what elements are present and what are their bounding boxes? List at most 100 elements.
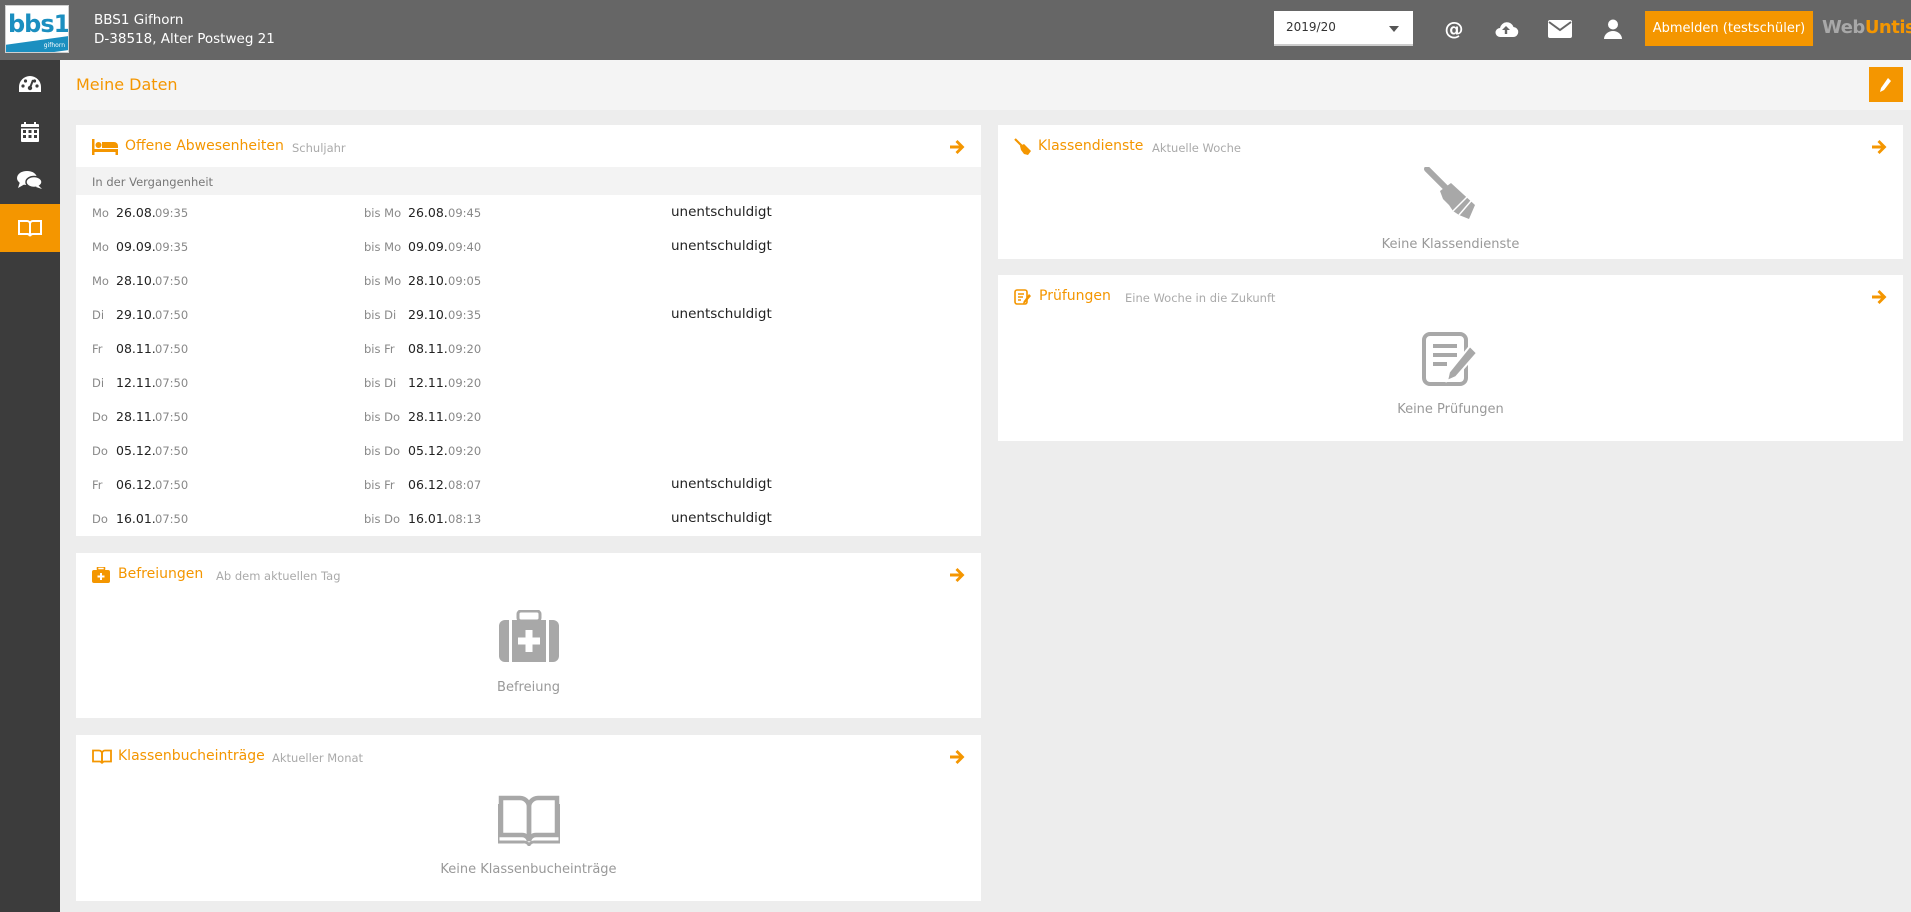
absence-bis: bis Do xyxy=(364,512,401,526)
absence-row[interactable]: Mo 28.10. 07:50 bis Mo 28.10. 09:05 xyxy=(76,263,981,297)
logo-subtext: gifhorn xyxy=(43,42,65,49)
sidebar-item-messages[interactable] xyxy=(0,156,60,204)
absence-bis: bis Di xyxy=(364,376,397,390)
arrow-right-icon[interactable] xyxy=(949,139,965,155)
absence-time2: 09:05 xyxy=(448,274,482,288)
exams-subtitle: Eine Woche in die Zukunft xyxy=(1125,291,1276,305)
edit-button[interactable] xyxy=(1869,67,1903,102)
arrow-right-icon[interactable] xyxy=(1871,289,1887,305)
absence-date2: 05.12. xyxy=(408,443,448,458)
exam-edit-icon xyxy=(1014,288,1040,306)
arrow-right-icon[interactable] xyxy=(949,567,965,583)
absence-date: 05.12. xyxy=(116,443,156,458)
absence-time2: 09:35 xyxy=(448,308,482,322)
classbook-subtitle: Aktueller Monat xyxy=(272,751,364,765)
classbook-title[interactable]: Klassenbucheinträge xyxy=(118,748,265,764)
at-icon[interactable]: @ xyxy=(1442,17,1466,41)
school-logo[interactable]: bbs1 gifhorn xyxy=(5,5,69,53)
sidebar-item-my-data[interactable] xyxy=(0,204,60,252)
absence-row[interactable]: Di 29.10. 07:50 bis Di 29.10. 09:35 unentschul… xyxy=(76,297,981,331)
absence-date2: 06.12. xyxy=(408,477,448,492)
absence-date: 16.01. xyxy=(116,511,156,526)
medkit-large-icon xyxy=(498,609,559,666)
section-label: In der Vergangenheit xyxy=(92,175,214,189)
absences-subtitle: Schuljahr xyxy=(292,141,346,155)
medkit-icon xyxy=(92,566,118,584)
exemptions-empty-label: Befreiung xyxy=(497,680,560,695)
absence-date2: 29.10. xyxy=(408,307,448,322)
school-year-select[interactable]: 2019/20 xyxy=(1274,11,1413,46)
absences-title[interactable]: Offene Abwesenheiten xyxy=(125,138,284,154)
absence-status: unentschuldigt xyxy=(671,238,772,254)
exams-title[interactable]: Prüfungen xyxy=(1039,288,1111,304)
absence-time2: 08:07 xyxy=(448,478,482,492)
book-open-large-icon xyxy=(496,792,561,850)
absence-row[interactable]: Do 28.11. 07:50 bis Do 28.11. 09:20 xyxy=(76,399,981,433)
absences-widget: Offene Abwesenheiten Schuljahr In der Ve… xyxy=(76,125,981,536)
logo-text: bbs1 xyxy=(8,10,69,38)
absence-date: 28.10. xyxy=(116,273,156,288)
absence-date: 12.11. xyxy=(116,375,156,390)
absence-time: 07:50 xyxy=(155,478,189,492)
absence-time2: 09:20 xyxy=(448,376,482,390)
classduties-title[interactable]: Klassendienste xyxy=(1038,138,1143,154)
absence-bis: bis Mo xyxy=(364,274,402,288)
sidebar-item-dashboard[interactable] xyxy=(0,60,60,108)
classduties-subtitle: Aktuelle Woche xyxy=(1152,141,1241,155)
brand-web: Web xyxy=(1822,17,1865,38)
exemptions-widget: Befreiungen Ab dem aktuellen Tag Befreiu… xyxy=(76,553,981,718)
absence-date: 29.10. xyxy=(116,307,156,322)
absence-row[interactable]: Do 05.12. 07:50 bis Do 05.12. 09:20 xyxy=(76,433,981,467)
logout-button[interactable]: Abmelden (testschüler) xyxy=(1645,11,1813,46)
absence-bis: bis Do xyxy=(364,444,401,458)
classduties-widget: Klassendienste Aktuelle Woche Keine Klas… xyxy=(998,125,1903,259)
page-header: Meine Daten xyxy=(60,60,1911,110)
absence-row[interactable]: Do 16.01. 07:50 bis Do 16.01. 08:13 unentschul… xyxy=(76,501,981,535)
absence-bis: bis Di xyxy=(364,308,397,322)
absence-bis: bis Fr xyxy=(364,342,395,356)
absence-day: Di xyxy=(92,308,105,322)
sidebar-item-calendar[interactable] xyxy=(0,108,60,156)
absence-date2: 26.08. xyxy=(408,205,448,220)
bed-icon xyxy=(92,138,118,156)
absence-date2: 16.01. xyxy=(408,511,448,526)
absence-row[interactable]: Mo 09.09. 09:35 bis Mo 09.09. 09:40 unentschul… xyxy=(76,229,981,263)
absence-date2: 28.10. xyxy=(408,273,448,288)
exemptions-subtitle: Ab dem aktuellen Tag xyxy=(216,569,341,583)
page-title: Meine Daten xyxy=(76,75,178,94)
absence-row[interactable]: Fr 06.12. 07:50 bis Fr 06.12. 08:07 unentschul… xyxy=(76,467,981,501)
cloud-upload-icon[interactable] xyxy=(1492,17,1520,41)
user-icon[interactable] xyxy=(1603,17,1623,41)
chat-icon xyxy=(17,171,43,189)
absence-bis: bis Mo xyxy=(364,240,402,254)
absence-day: Do xyxy=(92,512,108,526)
exam-edit-large-icon xyxy=(1421,332,1480,392)
mail-icon[interactable] xyxy=(1547,17,1573,41)
classduties-empty-label: Keine Klassendienste xyxy=(1381,237,1520,252)
absence-bis: bis Mo xyxy=(364,206,402,220)
absence-time: 09:35 xyxy=(155,206,189,220)
brand-untis: Untis xyxy=(1864,17,1911,38)
broom-icon xyxy=(1014,138,1040,156)
absence-status: unentschuldigt xyxy=(671,510,772,526)
arrow-right-icon[interactable] xyxy=(1871,139,1887,155)
absence-date: 26.08. xyxy=(116,205,156,220)
absence-time: 09:35 xyxy=(155,240,189,254)
absence-row[interactable]: Mo 26.08. 09:35 bis Mo 26.08. 09:45 unentschul… xyxy=(76,195,981,229)
absence-row[interactable]: Fr 08.11. 07:50 bis Fr 08.11. 09:20 xyxy=(76,331,981,365)
classbook-widget: Klassenbucheinträge Aktueller Monat Kein… xyxy=(76,735,981,901)
school-name: BBS1 Gifhorn xyxy=(94,12,184,28)
absence-day: Mo xyxy=(92,274,109,288)
absence-time: 07:50 xyxy=(155,410,189,424)
absence-day: Do xyxy=(92,444,108,458)
calendar-icon xyxy=(21,122,39,142)
book-icon xyxy=(18,220,42,237)
absence-row[interactable]: Di 12.11. 07:50 bis Di 12.11. 09:20 xyxy=(76,365,981,399)
school-year-value: 2019/20 xyxy=(1286,20,1336,34)
absence-day: Fr xyxy=(92,478,103,492)
arrow-right-icon[interactable] xyxy=(949,749,965,765)
classbook-empty-label: Keine Klassenbucheinträge xyxy=(440,862,617,877)
absence-time2: 09:40 xyxy=(448,240,482,254)
absence-time: 07:50 xyxy=(155,512,189,526)
exemptions-title[interactable]: Befreiungen xyxy=(118,566,203,582)
